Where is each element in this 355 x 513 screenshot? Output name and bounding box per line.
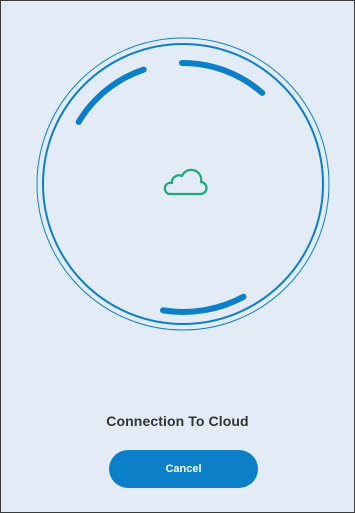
connection-spinner: [36, 37, 330, 331]
spinner-arc-top-right: [178, 59, 266, 96]
dialog-title: Connection To Cloud: [106, 413, 249, 429]
cloud-icon: [163, 168, 208, 196]
outer-ring: [36, 37, 330, 331]
inner-ring: [42, 43, 324, 325]
spinner-arc-bottom: [160, 293, 247, 315]
spinner-arc-top-left: [75, 66, 147, 125]
cancel-button[interactable]: Cancel: [109, 450, 258, 488]
connection-screen: Connection To Cloud Cancel: [0, 0, 355, 513]
